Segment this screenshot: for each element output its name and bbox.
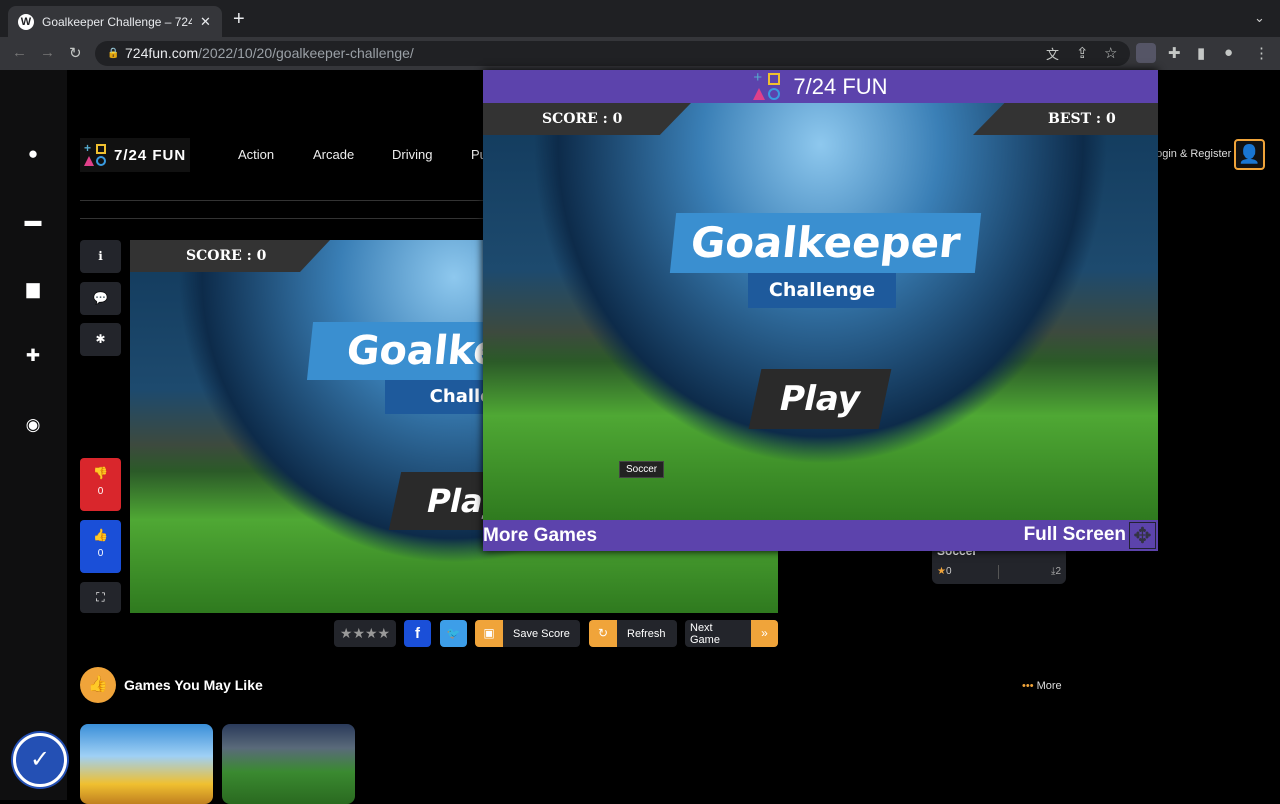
popup-game-title: Goalkeeper <box>669 213 982 273</box>
tab-title: Goalkeeper Challenge – 724fun <box>42 14 192 29</box>
rating-stars-icon: ★★★★ <box>339 625 391 641</box>
side-card-rating: ★0 <box>937 566 952 577</box>
thumbs-up-icon: 👍 <box>93 528 108 542</box>
popup-game-subtitle: Challenge <box>748 273 896 308</box>
accessibility-icon: ✓ <box>29 746 51 773</box>
lock-icon: 🔒 <box>107 48 120 59</box>
divider <box>998 565 999 579</box>
popup-game-canvas[interactable]: SCORE : 0 BEST : 0 Goalkeeper Challenge … <box>483 103 1158 520</box>
expand-icon: ⛶ <box>96 590 105 604</box>
nav-arcade[interactable]: Arcade <box>313 147 354 162</box>
car-icon[interactable]: ▆ <box>22 279 44 301</box>
save-icon: ▣ <box>475 620 503 647</box>
section-title: Games You May Like <box>124 677 263 693</box>
accessibility-button[interactable]: ✓ <box>13 733 67 787</box>
dots-icon: ••• <box>1022 680 1037 692</box>
dislike-button[interactable]: 👎 0 <box>80 458 121 511</box>
extensions-puzzle-icon[interactable]: ✚ <box>1168 44 1181 62</box>
game-score: SCORE : 0 <box>130 240 330 272</box>
info-icon: ℹ <box>98 249 103 263</box>
dislike-count: 0 <box>97 486 104 497</box>
facebook-share-button[interactable]: f <box>404 620 431 647</box>
game-thumbnail[interactable] <box>80 724 213 804</box>
popup-logo-mark: + <box>753 70 783 102</box>
comment-icon: 💬 <box>93 291 108 305</box>
save-score-button[interactable]: ▣ Save Score <box>475 620 580 647</box>
info-button[interactable]: ℹ <box>80 240 121 273</box>
wordpress-icon: W <box>18 13 34 30</box>
popup-play-button[interactable]: Play <box>748 369 892 429</box>
comment-button[interactable]: 💬 <box>80 282 121 315</box>
reload-icon[interactable]: ↻ <box>69 44 82 62</box>
url-domain: 724fun.com <box>125 45 199 61</box>
save-score-label: Save Score <box>513 627 570 640</box>
next-game-label: Next Game <box>690 621 720 646</box>
user-avatar-icon: 👤 <box>1238 144 1261 164</box>
refresh-button[interactable]: ↻ Refresh <box>589 620 677 647</box>
popup-brand: 7/24 FUN <box>793 73 888 99</box>
star-icon: ★ <box>937 566 946 577</box>
site-logo[interactable]: + 7/24 FUN <box>80 138 191 172</box>
bomb-icon[interactable]: ● <box>22 144 44 166</box>
forward-icon[interactable]: → <box>40 44 55 61</box>
full-screen-link[interactable]: Full Screen <box>1024 524 1126 546</box>
soccer-tooltip: Soccer <box>619 461 665 478</box>
user-avatar-button[interactable]: 👤 <box>1234 139 1265 170</box>
translate-icon[interactable]: 文 <box>1046 44 1059 63</box>
logo-mark: + <box>84 142 108 167</box>
gamepad-icon[interactable]: ▬ <box>22 211 44 233</box>
target-icon[interactable]: ◉ <box>22 415 44 437</box>
url-field[interactable]: 🔒 724fun.com/2022/10/20/goalkeeper-chall… <box>95 41 1130 66</box>
popup-footer: More Games Full Screen ✥ <box>483 520 1158 551</box>
profile-icon[interactable]: ● <box>1224 44 1233 61</box>
chevron-down-icon[interactable]: ⌄ <box>1254 10 1265 26</box>
thumbs-up-section-icon: 👍 <box>80 667 116 703</box>
share-icon[interactable]: ⇪ <box>1076 44 1089 62</box>
twitter-icon: 🐦 <box>446 628 461 640</box>
logo-text: 7/24 FUN <box>114 146 187 164</box>
twitter-share-button[interactable]: 🐦 <box>440 620 467 647</box>
double-chevron-right-icon: » <box>750 620 778 647</box>
back-icon[interactable]: ← <box>12 44 27 61</box>
login-register-link[interactable]: Login & Register <box>1150 148 1231 160</box>
more-link[interactable]: ••• More <box>1022 680 1062 692</box>
side-panel-icon[interactable]: ▮ <box>1197 44 1205 62</box>
close-tab-icon[interactable]: ✕ <box>200 14 211 30</box>
game-thumbnail[interactable] <box>222 724 355 804</box>
side-card-downloads: ⤓2 <box>1051 566 1061 577</box>
popup-header: + 7/24 FUN <box>483 70 1158 103</box>
menu-icon[interactable]: ⋮ <box>1254 44 1269 62</box>
thumbs-down-icon: 👎 <box>93 466 108 480</box>
url-path: /2022/10/20/goalkeeper-challenge/ <box>198 45 414 61</box>
nav-driving[interactable]: Driving <box>392 147 432 162</box>
game-popup: + 7/24 FUN SCORE : 0 BEST : 0 Goalkeeper… <box>483 70 1158 551</box>
more-games-link[interactable]: More Games <box>483 525 597 547</box>
like-count: 0 <box>97 548 104 559</box>
popup-best-score: BEST : 0 <box>973 103 1158 135</box>
puzzle-icon[interactable]: ✚ <box>22 346 44 368</box>
browser-tab-bar: W Goalkeeper Challenge – 724fun ✕ + ⌄ <box>0 0 1280 37</box>
refresh-icon: ↻ <box>589 620 617 647</box>
star-rating[interactable]: ★★★★ <box>334 620 396 647</box>
new-tab-button[interactable]: + <box>233 8 245 31</box>
browser-tab[interactable]: W Goalkeeper Challenge – 724fun ✕ <box>8 6 222 37</box>
extension-game-icon[interactable] <box>1136 43 1156 63</box>
report-bug-button[interactable]: ✱ <box>80 323 121 356</box>
next-game-button[interactable]: Next Game » <box>685 620 778 647</box>
nav-action[interactable]: Action <box>238 147 274 162</box>
bookmark-star-icon[interactable]: ☆ <box>1104 44 1117 62</box>
bug-icon: ✱ <box>95 332 106 346</box>
like-button[interactable]: 👍 0 <box>80 520 121 573</box>
fullscreen-arrows-icon[interactable]: ✥ <box>1129 522 1156 549</box>
refresh-label: Refresh <box>627 627 666 640</box>
facebook-icon: f <box>415 625 420 642</box>
fullscreen-button[interactable]: ⛶ <box>80 582 121 613</box>
popup-score: SCORE : 0 <box>483 103 691 135</box>
